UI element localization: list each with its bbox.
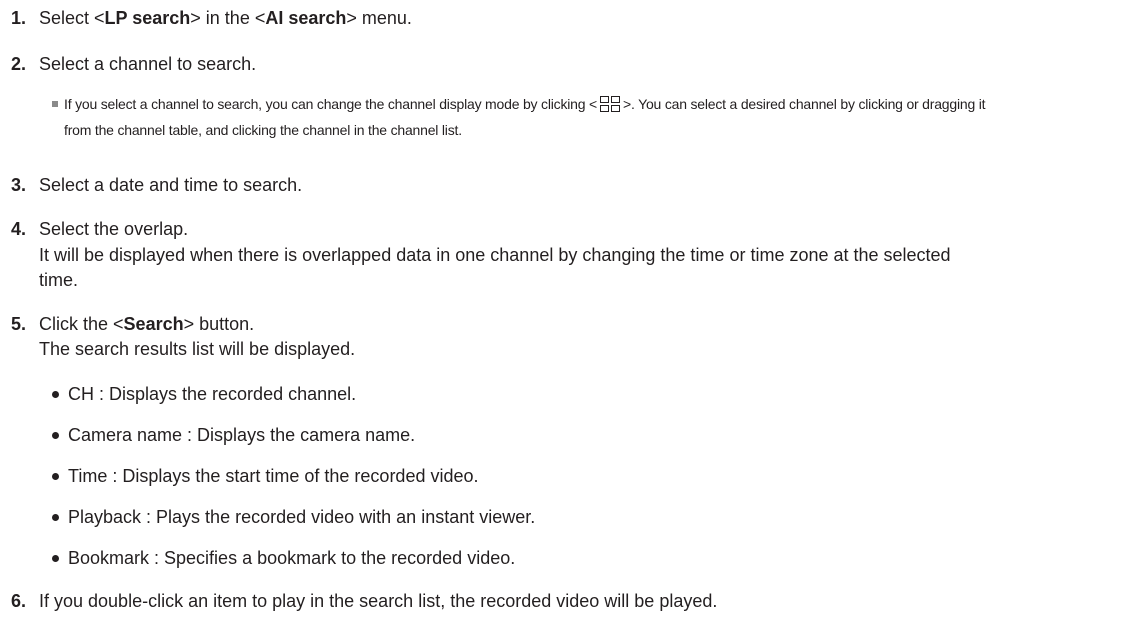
step-number: 1. <box>11 8 27 28</box>
note-text-part: If you select a channel to search, you c… <box>64 96 598 112</box>
bullet-icon <box>52 391 59 398</box>
step-number: 2. <box>11 54 27 74</box>
bullet-icon <box>52 514 59 521</box>
step-text-part: > button. <box>183 314 255 334</box>
menu-ai-search: AI search <box>265 8 347 28</box>
note-square-icon <box>52 101 58 107</box>
result-field-text: Bookmark : Specifies a bookmark to the r… <box>68 548 516 568</box>
result-field-text: Camera name : Displays the camera name. <box>68 425 416 445</box>
bullet-icon <box>52 432 59 439</box>
search-button-label: Search <box>123 314 184 334</box>
step-text-part: > in the < <box>190 8 266 28</box>
step-detail-text: time. <box>39 270 79 290</box>
step-text-part: Click the < <box>39 314 124 334</box>
step-detail-text: The search results list will be displaye… <box>39 339 356 359</box>
step-text-part: > menu. <box>346 8 412 28</box>
note-text-line-2: from the channel table, and clicking the… <box>64 122 462 138</box>
result-field-text: Time : Displays the start time of the re… <box>68 466 479 486</box>
step-text: Select <LP search> in the <AI search> me… <box>39 7 412 29</box>
step-detail-text: It will be displayed when there is overl… <box>39 245 951 265</box>
menu-item-lp-search: LP search <box>104 8 191 28</box>
step-number: 3. <box>11 175 27 195</box>
step-number: 6. <box>11 591 27 611</box>
step-number: 5. <box>11 314 27 334</box>
step-text: Select a channel to search. <box>39 54 257 74</box>
note-text-part: >. You can select a desired channel by c… <box>623 96 986 112</box>
step-text-part: Select < <box>39 8 105 28</box>
step-text: Click the <Search> button. <box>39 313 254 335</box>
note-text-line-1: If you select a channel to search, you c… <box>64 94 986 114</box>
bullet-icon <box>52 555 59 562</box>
step-text: Select the overlap. <box>39 219 189 239</box>
bullet-icon <box>52 473 59 480</box>
grid-layout-icon <box>598 95 622 113</box>
result-field-text: CH : Displays the recorded channel. <box>68 384 357 404</box>
manual-page: 1. Select <LP search> in the <AI search>… <box>0 0 1131 632</box>
step-text: Select a date and time to search. <box>39 175 303 195</box>
step-number: 4. <box>11 219 27 239</box>
result-field-text: Playback : Plays the recorded video with… <box>68 507 536 527</box>
step-text: If you double-click an item to play in t… <box>39 591 718 611</box>
